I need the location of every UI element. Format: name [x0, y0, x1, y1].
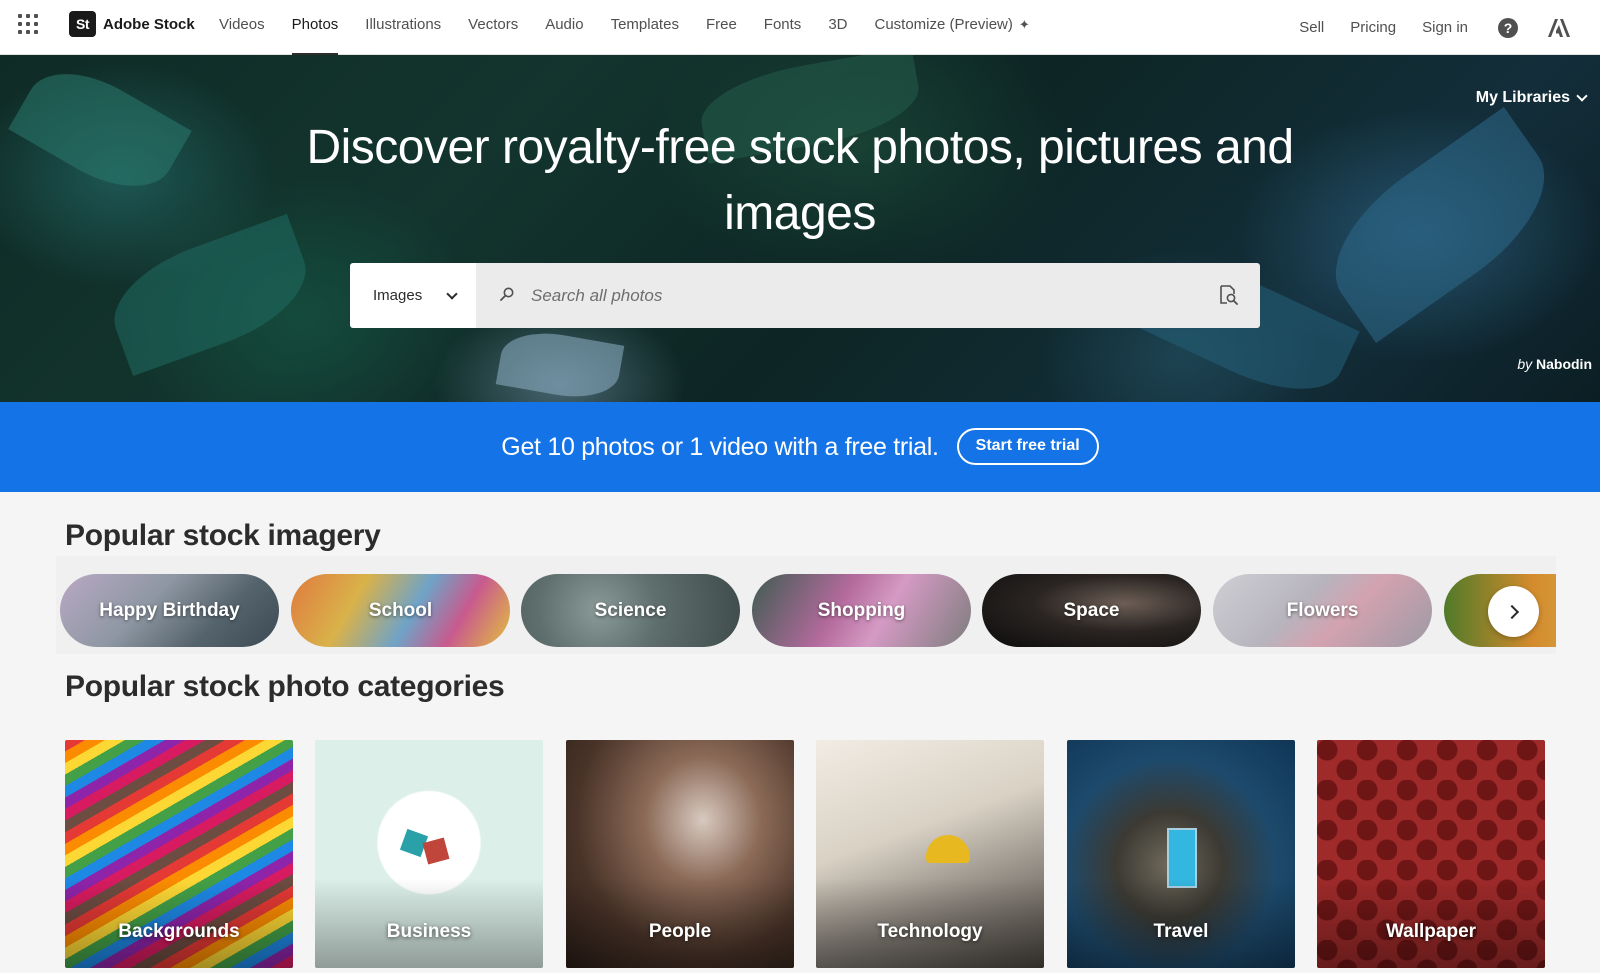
category-label: Backgrounds — [118, 921, 240, 942]
category-label: Travel — [1153, 921, 1209, 942]
nav-templates[interactable]: Templates — [611, 0, 679, 55]
nav-sell[interactable]: Sell — [1299, 19, 1324, 36]
category-wallpaper[interactable]: Wallpaper — [1317, 740, 1545, 968]
adobe-logo-icon[interactable] — [1548, 18, 1570, 37]
app-switcher-icon[interactable] — [18, 14, 38, 34]
puzzle-piece-icon — [422, 837, 450, 865]
account-nav: Sell Pricing Sign in ? — [1273, 0, 1570, 55]
pill-label: School — [368, 599, 433, 621]
stock-logo-mark: St — [69, 11, 96, 37]
category-label: Wallpaper — [1385, 921, 1477, 942]
nav-3d[interactable]: 3D — [828, 0, 847, 55]
my-libraries-button[interactable]: My Libraries — [1475, 89, 1588, 107]
promo-text: Get 10 photos or 1 video with a free tri… — [501, 432, 939, 461]
help-icon[interactable]: ? — [1498, 17, 1518, 38]
pill-space[interactable]: Space — [982, 574, 1201, 647]
category-label: Technology — [877, 921, 983, 942]
photo-credit-author[interactable]: Nabodin — [1536, 356, 1592, 372]
carousel-next-button[interactable] — [1488, 586, 1539, 637]
sparkle-icon: ✦ — [1018, 17, 1030, 32]
nav-sign-in[interactable]: Sign in — [1422, 19, 1468, 36]
adobe-stock-logo[interactable]: St Adobe Stock — [69, 11, 195, 37]
hero-banner: Discover royalty-free stock photos, pict… — [0, 55, 1600, 402]
pill-science[interactable]: Science — [521, 574, 740, 647]
photo-categories-title: Popular stock photo categories — [65, 670, 505, 703]
content-type-nav: Videos Photos Illustrations Vectors Audi… — [219, 0, 1057, 55]
pill-school[interactable]: School — [291, 574, 510, 647]
nav-vectors[interactable]: Vectors — [468, 0, 518, 55]
asset-type-dropdown[interactable]: Images — [350, 263, 476, 328]
category-backgrounds[interactable]: Backgrounds — [65, 740, 293, 968]
category-technology[interactable]: Technology — [816, 740, 1044, 968]
nav-fonts[interactable]: Fonts — [764, 0, 802, 55]
search-field — [476, 263, 1260, 328]
chevron-down-icon — [1576, 90, 1588, 102]
hard-hat-icon — [926, 835, 970, 863]
search-bar: Images — [350, 263, 1260, 328]
popular-imagery-title: Popular stock imagery — [65, 519, 381, 552]
start-free-trial-button[interactable]: Start free trial — [956, 427, 1099, 465]
category-business[interactable]: Business — [315, 740, 543, 968]
hero-leaf-decoration — [495, 325, 625, 402]
chevron-down-icon — [446, 288, 458, 300]
nav-videos[interactable]: Videos — [219, 0, 265, 55]
photo-credit-by: by — [1517, 356, 1533, 372]
pill-label: Shopping — [817, 599, 906, 621]
nav-photos[interactable]: Photos — [291, 0, 338, 55]
pill-label: Science — [594, 599, 667, 621]
category-travel[interactable]: Travel — [1067, 740, 1295, 968]
my-libraries-label: My Libraries — [1475, 89, 1570, 106]
asset-type-value: Images — [373, 287, 423, 304]
nav-illustrations[interactable]: Illustrations — [365, 0, 441, 55]
search-icon — [500, 287, 514, 301]
pill-happy-birthday[interactable]: Happy Birthday — [60, 574, 279, 647]
photo-credit: by Nabodin — [1517, 356, 1592, 372]
nav-customize-label: Customize (Preview) — [874, 16, 1013, 33]
chevron-right-icon — [1504, 604, 1519, 619]
pill-label: Happy Birthday — [99, 599, 240, 621]
top-navigation: St Adobe Stock Videos Photos Illustratio… — [0, 0, 1600, 55]
pill-shopping[interactable]: Shopping — [752, 574, 971, 647]
free-trial-banner: Get 10 photos or 1 video with a free tri… — [0, 402, 1600, 492]
brand-name: Adobe Stock — [103, 15, 195, 33]
hero-title: Discover royalty-free stock photos, pict… — [306, 121, 1294, 240]
category-label: People — [648, 921, 712, 942]
nav-free[interactable]: Free — [706, 0, 737, 55]
nav-pricing[interactable]: Pricing — [1350, 19, 1396, 36]
nav-customize-preview[interactable]: Customize (Preview) ✦ — [875, 0, 1030, 55]
visual-search-icon[interactable] — [1218, 285, 1238, 305]
category-people[interactable]: People — [566, 740, 794, 968]
category-label: Business — [386, 921, 472, 942]
search-input[interactable] — [476, 263, 1260, 328]
nav-audio[interactable]: Audio — [545, 0, 583, 55]
pill-label: Flowers — [1286, 599, 1359, 621]
pill-label: Space — [1063, 599, 1120, 621]
pill-flowers[interactable]: Flowers — [1213, 574, 1432, 647]
popular-imagery-carousel: Happy Birthday School Science Shopping S… — [56, 556, 1556, 654]
